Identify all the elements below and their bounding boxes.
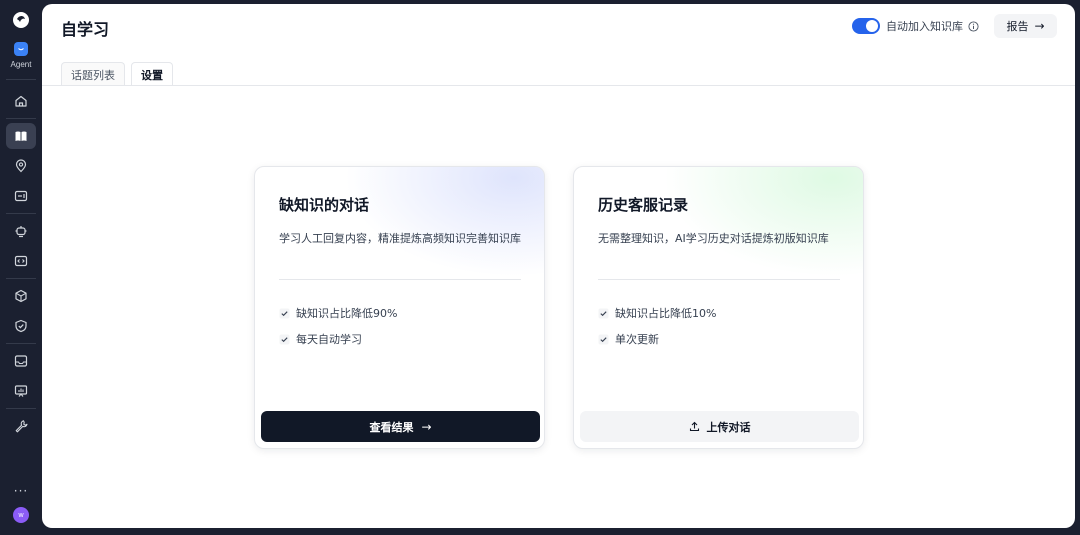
agent-label: Agent — [10, 60, 32, 69]
sidebar-item-reports[interactable] — [6, 378, 36, 404]
feature-text: 缺知识占比降低10% — [615, 307, 717, 320]
robot-icon — [15, 226, 27, 238]
card-title: 历史客服记录 — [598, 196, 689, 214]
card-description: 学习人工回复内容，精准提炼高频知识完善知识库 — [279, 232, 521, 245]
feature-item: 单次更新 — [598, 332, 716, 346]
wrench-icon — [15, 420, 28, 433]
main-panel: 自学习 自动加入知识库 报告 → 话题列表 设置 缺知识的对话 学习人工回复内容… — [42, 4, 1075, 528]
info-icon[interactable] — [968, 20, 979, 32]
toggle-label: 自动加入知识库 — [886, 20, 963, 33]
check-icon — [598, 334, 609, 344]
sidebar-item-location[interactable] — [6, 153, 36, 179]
ticket-icon — [14, 190, 28, 202]
sidebar-item-tickets[interactable] — [6, 183, 36, 209]
toggle-knob — [866, 20, 878, 32]
sidebar-item-home[interactable] — [6, 88, 36, 114]
check-icon — [279, 308, 290, 318]
tab-settings[interactable]: 设置 — [131, 62, 173, 86]
feature-list: 缺知识占比降低10% 单次更新 — [598, 306, 716, 358]
card-glow — [663, 167, 863, 277]
feature-text: 单次更新 — [615, 333, 659, 346]
upload-conversations-button[interactable]: 上传对话 — [580, 411, 859, 442]
feature-item: 每天自动学习 — [279, 332, 397, 346]
sidebar-item-inbox[interactable] — [6, 348, 36, 374]
card-divider — [598, 279, 840, 280]
agent-icon — [14, 42, 28, 56]
presentation-chart-icon — [14, 385, 28, 397]
sidebar-divider — [6, 213, 36, 214]
sidebar-item-code[interactable] — [6, 248, 36, 274]
feature-item: 缺知识占比降低90% — [279, 306, 397, 320]
auto-add-knowledge-toggle[interactable] — [852, 18, 880, 34]
sidebar-item-cube[interactable] — [6, 283, 36, 309]
arrow-right-icon: → — [1034, 19, 1045, 33]
sidebar-divider — [6, 343, 36, 344]
sidebar-bottom: ··· w — [0, 485, 42, 523]
sidebar-divider — [6, 408, 36, 409]
sidebar-divider — [6, 118, 36, 119]
sidebar-item-knowledge[interactable] — [6, 123, 36, 149]
feature-item: 缺知识占比降低10% — [598, 306, 716, 320]
sidebar-item-security[interactable] — [6, 313, 36, 339]
cube-icon — [15, 289, 27, 303]
sidebar-item-robot[interactable] — [6, 218, 36, 244]
app-logo-icon[interactable] — [11, 10, 31, 30]
home-icon — [15, 95, 27, 107]
feature-text: 缺知识占比降低90% — [296, 307, 398, 320]
page-title: 自学习 — [61, 20, 110, 39]
card-description: 无需整理知识，AI学习历史对话提炼初版知识库 — [598, 232, 829, 245]
location-pin-icon — [15, 159, 27, 173]
page-header: 自学习 自动加入知识库 报告 → — [42, 4, 1075, 49]
check-icon — [279, 334, 290, 344]
book-icon — [15, 131, 27, 141]
report-button[interactable]: 报告 → — [994, 14, 1057, 38]
arrow-right-icon: → — [421, 419, 432, 434]
code-icon — [14, 255, 28, 267]
view-results-button[interactable]: 查看结果 → — [261, 411, 540, 442]
check-icon — [598, 308, 609, 318]
card-glow — [344, 167, 544, 277]
tab-bar: 话题列表 设置 — [61, 62, 179, 86]
sidebar-divider — [6, 79, 36, 80]
upload-conversations-label: 上传对话 — [706, 420, 751, 434]
sidebar-divider — [6, 278, 36, 279]
upload-icon — [689, 421, 699, 432]
feature-text: 每天自动学习 — [296, 333, 362, 346]
avatar[interactable]: w — [13, 507, 29, 523]
tab-topic-list[interactable]: 话题列表 — [61, 62, 125, 86]
agent-switcher[interactable]: Agent — [10, 42, 32, 69]
tabs-divider — [42, 85, 1075, 86]
report-button-label: 报告 — [1006, 20, 1029, 33]
feature-list: 缺知识占比降低90% 每天自动学习 — [279, 306, 397, 358]
sidebar: Agent ··· w — [0, 0, 42, 535]
card-divider — [279, 279, 521, 280]
missing-knowledge-card: 缺知识的对话 学习人工回复内容，精准提炼高频知识完善知识库 缺知识占比降低90%… — [254, 166, 545, 449]
view-results-label: 查看结果 — [369, 420, 414, 434]
card-title: 缺知识的对话 — [279, 196, 370, 214]
history-records-card: 历史客服记录 无需整理知识，AI学习历史对话提炼初版知识库 缺知识占比降低10%… — [573, 166, 864, 449]
more-icon[interactable]: ··· — [14, 485, 28, 497]
auto-add-knowledge-setting: 自动加入知识库 — [852, 18, 979, 34]
inbox-icon — [14, 355, 28, 367]
sidebar-item-tools[interactable] — [6, 413, 36, 439]
shield-check-icon — [15, 319, 27, 333]
